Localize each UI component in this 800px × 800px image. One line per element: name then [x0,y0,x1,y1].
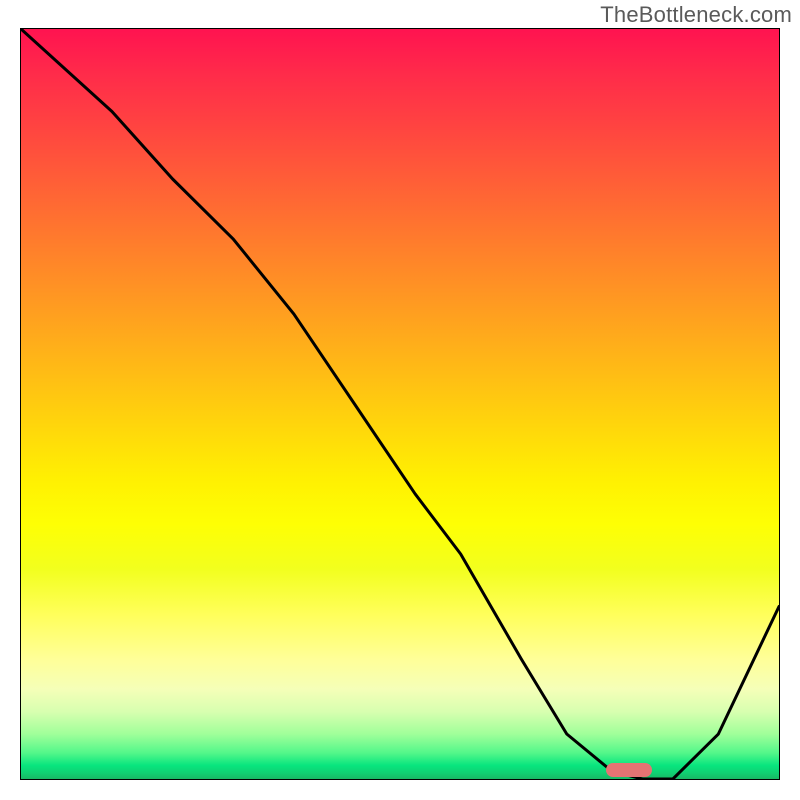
watermark-text: TheBottleneck.com [600,2,792,28]
bottleneck-curve [21,29,779,779]
curve-path [21,29,779,779]
chart-plot-area [20,28,780,780]
optimum-marker [606,763,652,777]
